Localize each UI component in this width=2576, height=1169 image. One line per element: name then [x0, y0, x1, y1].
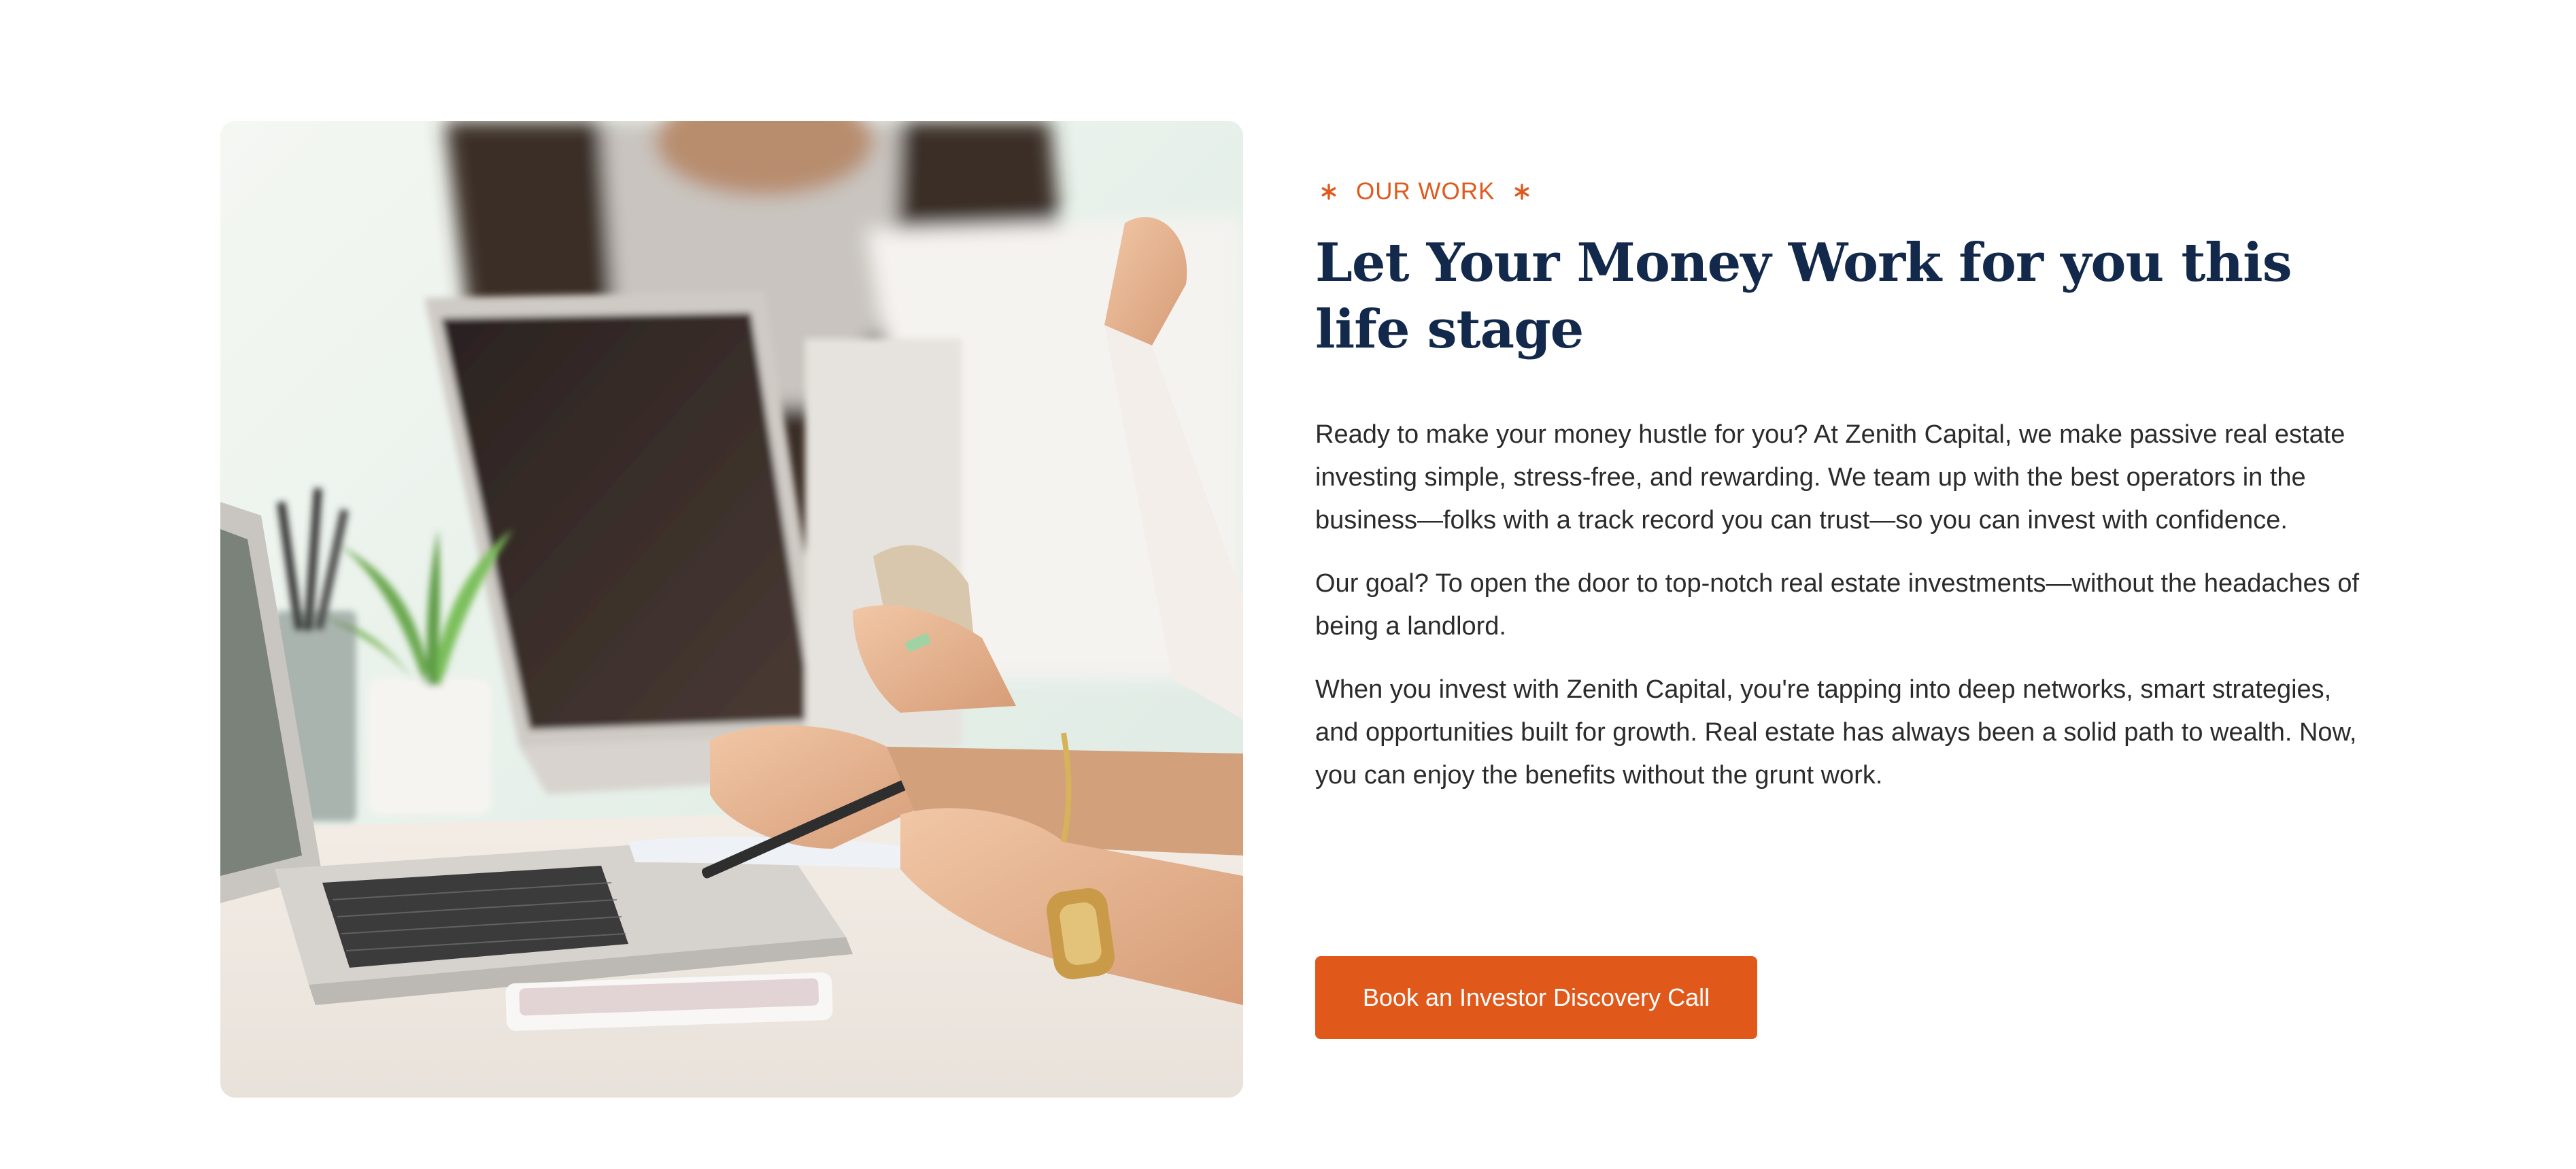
section-headline: Let Your Money Work for you this life st… — [1315, 232, 2292, 360]
eyebrow-label: OUR WORK — [1315, 178, 2376, 205]
our-work-section: OUR WORK Let Your Money Work for you thi… — [0, 0, 2576, 1169]
section-body: Ready to make your money hustle for you?… — [1315, 413, 2362, 797]
section-content: OUR WORK Let Your Money Work for you thi… — [1315, 178, 2376, 817]
office-laptop-photo — [220, 121, 1243, 1098]
body-paragraph: When you invest with Zenith Capital, you… — [1315, 675, 2357, 790]
asterisk-star-icon — [1514, 184, 1530, 200]
book-discovery-call-button[interactable]: Book an Investor Discovery Call — [1315, 956, 1757, 1039]
eyebrow-text: OUR WORK — [1356, 178, 1495, 205]
asterisk-star-icon — [1321, 184, 1337, 200]
body-paragraph: Ready to make your money hustle for you?… — [1315, 420, 2345, 535]
body-paragraph: Our goal? To open the door to top-notch … — [1315, 569, 2360, 641]
